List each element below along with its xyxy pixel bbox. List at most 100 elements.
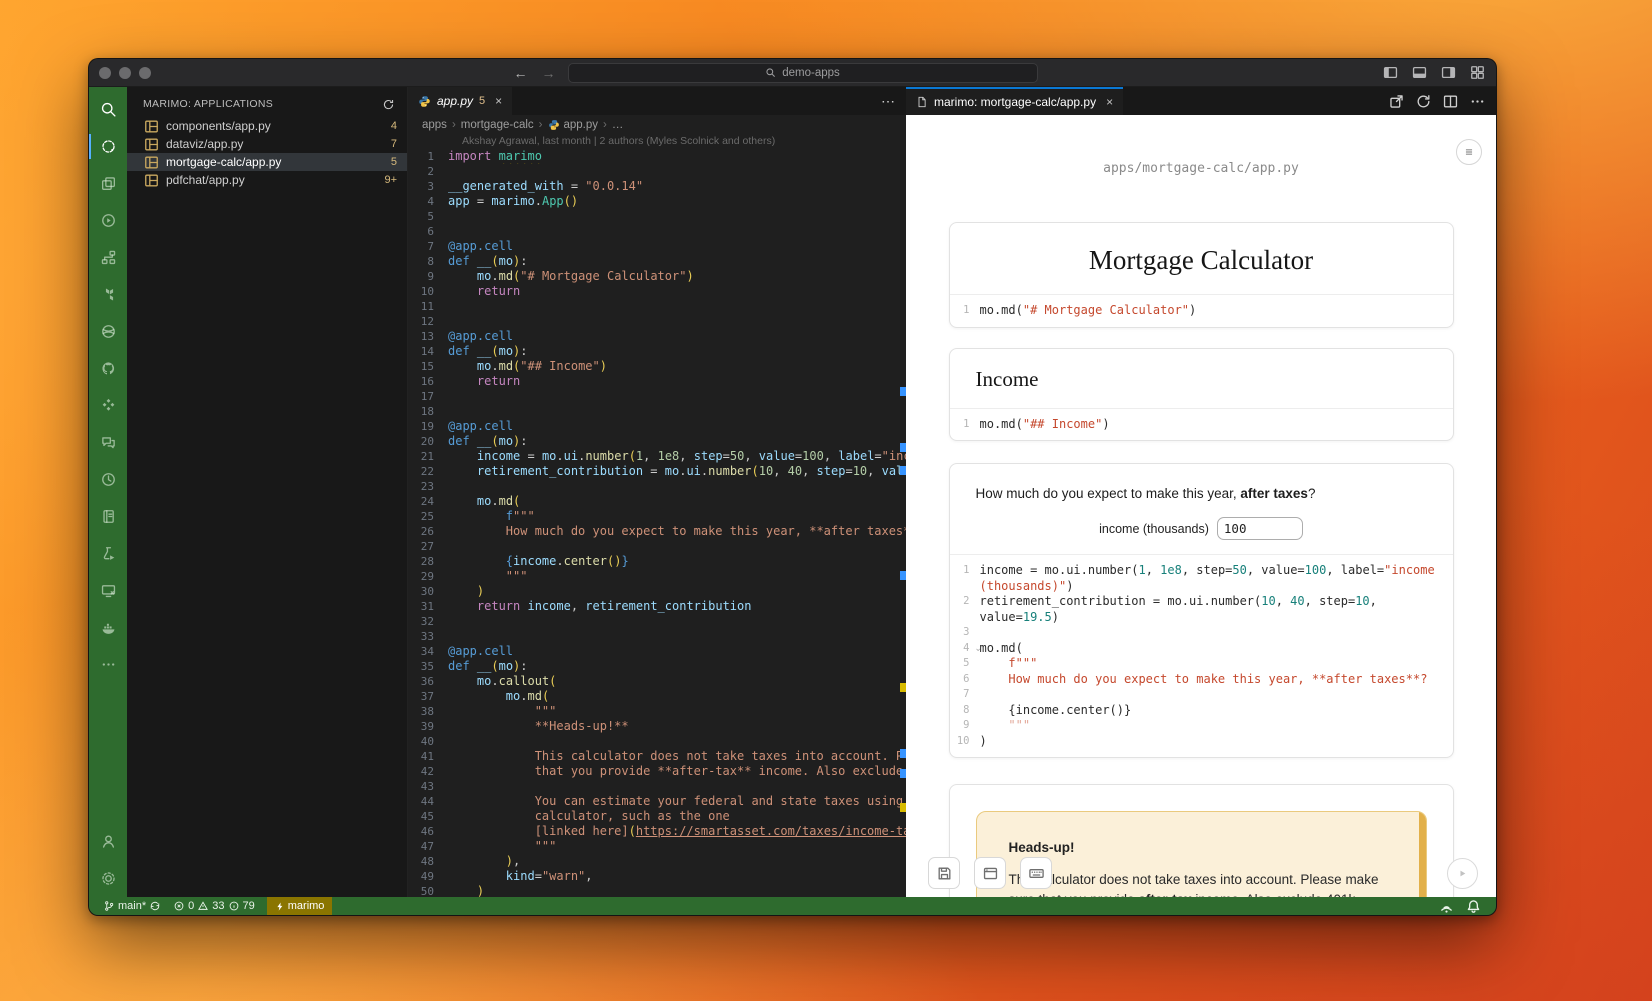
code-line[interactable]: 20def __(mo):	[408, 434, 906, 449]
code-line[interactable]: 26 How much do you expect to make this y…	[408, 524, 906, 539]
activity-test-beaker-icon[interactable]	[89, 535, 127, 572]
save-button[interactable]	[928, 857, 960, 889]
code-line[interactable]: 17	[408, 389, 906, 404]
code-line[interactable]: 36 mo.callout(	[408, 674, 906, 689]
code-line[interactable]: 50 )	[408, 884, 906, 897]
code-line[interactable]: 45 calculator, such as the one	[408, 809, 906, 824]
cell-code[interactable]: 1mo.md("## Income")	[950, 408, 1453, 441]
activity-notebook-icon[interactable]	[89, 498, 127, 535]
activity-github-icon[interactable]	[89, 350, 127, 387]
cell-code[interactable]: 1income = mo.ui.number(1, 1e8, step=50, …	[950, 554, 1453, 757]
more-icon[interactable]	[1469, 93, 1486, 110]
breadcrumb-item[interactable]: apps	[422, 119, 447, 131]
tab-close-icon[interactable]: ×	[495, 94, 502, 108]
code-line[interactable]: 23	[408, 479, 906, 494]
breadcrumb-item[interactable]: app.py	[548, 119, 599, 131]
income-input[interactable]	[1217, 517, 1303, 540]
code-line[interactable]: 35def __(mo):	[408, 659, 906, 674]
code-line[interactable]: 27	[408, 539, 906, 554]
file-item[interactable]: dataviz/app.py7	[127, 135, 407, 153]
code-line[interactable]: 22 retirement_contribution = mo.ui.numbe…	[408, 464, 906, 479]
open-external-icon[interactable]	[1388, 93, 1405, 110]
file-item[interactable]: mortgage-calc/app.py5	[127, 153, 407, 171]
app-window-button[interactable]	[974, 857, 1006, 889]
code-line[interactable]: 38 """	[408, 704, 906, 719]
code-line[interactable]: 12	[408, 314, 906, 329]
toggle-panel-bottom-icon[interactable]	[1411, 64, 1428, 81]
code-line[interactable]: 9 mo.md("# Mortgage Calculator")	[408, 269, 906, 284]
activity-settings-icon[interactable]	[89, 860, 127, 897]
minimize-window-button[interactable]	[119, 67, 131, 79]
signal-icon[interactable]	[1438, 898, 1455, 915]
activity-sphere-icon[interactable]	[89, 313, 127, 350]
code-line[interactable]: 43	[408, 779, 906, 794]
code-line[interactable]: 3__generated_with = "0.0.14"	[408, 179, 906, 194]
file-item[interactable]: pdfchat/app.py9+	[127, 171, 407, 189]
code-line[interactable]: 31 return income, retirement_contributio…	[408, 599, 906, 614]
code-line[interactable]: 15 mo.md("## Income")	[408, 359, 906, 374]
nav-forward-icon[interactable]: →	[542, 65, 556, 81]
file-item[interactable]: components/app.py4	[127, 117, 407, 135]
code-line[interactable]: 5	[408, 209, 906, 224]
code-line[interactable]: 29 """	[408, 569, 906, 584]
activity-docker-icon[interactable]	[89, 609, 127, 646]
breadcrumb-item[interactable]: mortgage-calc	[461, 119, 534, 131]
code-line[interactable]: 49 kind="warn",	[408, 869, 906, 884]
code-line[interactable]: 34@app.cell	[408, 644, 906, 659]
code-line[interactable]: 40	[408, 734, 906, 749]
activity-remote-monitor-icon[interactable]	[89, 572, 127, 609]
code-area[interactable]: 1import marimo23__generated_with = "0.0.…	[408, 149, 906, 897]
code-line[interactable]: 13@app.cell	[408, 329, 906, 344]
code-line[interactable]: 41 This calculator does not take taxes i…	[408, 749, 906, 764]
code-line[interactable]: 25 f"""	[408, 509, 906, 524]
command-center-search[interactable]: demo-apps	[568, 63, 1038, 83]
run-button[interactable]	[1447, 858, 1478, 889]
refresh-icon[interactable]	[382, 98, 395, 111]
panel-tab-close-icon[interactable]: ×	[1106, 95, 1113, 109]
activity-marimo-icon[interactable]	[89, 128, 127, 165]
activity-search-icon[interactable]	[89, 91, 127, 128]
toggle-sidebar-left-icon[interactable]	[1382, 64, 1399, 81]
layouts-grid-icon[interactable]	[1469, 64, 1486, 81]
code-line[interactable]: 18	[408, 404, 906, 419]
code-line[interactable]: 8def __(mo):	[408, 254, 906, 269]
code-line[interactable]: 2	[408, 164, 906, 179]
breadcrumb-item[interactable]: …	[612, 119, 624, 131]
toggle-sidebar-right-icon[interactable]	[1440, 64, 1457, 81]
code-line[interactable]: 48 ),	[408, 854, 906, 869]
activity-clock-icon[interactable]	[89, 461, 127, 498]
code-line[interactable]: 39 **Heads-up!**	[408, 719, 906, 734]
code-line[interactable]: 28 {income.center()}	[408, 554, 906, 569]
cell-code[interactable]: 1mo.md("# Mortgage Calculator")	[950, 294, 1453, 327]
code-line[interactable]: 11	[408, 299, 906, 314]
code-line[interactable]: 44 You can estimate your federal and sta…	[408, 794, 906, 809]
code-line[interactable]: 7@app.cell	[408, 239, 906, 254]
activity-copy-pages-icon[interactable]	[89, 165, 127, 202]
code-line[interactable]: 30 )	[408, 584, 906, 599]
keyboard-button[interactable]	[1020, 857, 1052, 889]
close-window-button[interactable]	[99, 67, 111, 79]
code-line[interactable]: 4app = marimo.App()	[408, 194, 906, 209]
hamburger-menu-icon[interactable]	[1456, 139, 1482, 165]
activity-live-share-icon[interactable]	[89, 202, 127, 239]
tab-marimo-preview[interactable]: marimo: mortgage-calc/app.py ×	[906, 87, 1123, 115]
tab-app-py[interactable]: app.py 5 ×	[408, 87, 512, 115]
marimo-status-chip[interactable]: marimo	[267, 897, 333, 915]
activity-more-icon[interactable]	[89, 646, 127, 683]
code-line[interactable]: 1import marimo	[408, 149, 906, 164]
code-line[interactable]: 47 """	[408, 839, 906, 854]
code-line[interactable]: 21 income = mo.ui.number(1, 1e8, step=50…	[408, 449, 906, 464]
code-line[interactable]: 10 return	[408, 284, 906, 299]
code-line[interactable]: 33	[408, 629, 906, 644]
activity-hierarchy-icon[interactable]	[89, 239, 127, 276]
split-editor-icon[interactable]	[1442, 93, 1459, 110]
code-line[interactable]: 42 that you provide **after-tax** income…	[408, 764, 906, 779]
nav-back-icon[interactable]: ←	[514, 65, 528, 81]
bell-icon[interactable]	[1465, 898, 1482, 915]
code-line[interactable]: 19@app.cell	[408, 419, 906, 434]
code-line[interactable]: 16 return	[408, 374, 906, 389]
code-line[interactable]: 14def __(mo):	[408, 344, 906, 359]
reload-icon[interactable]	[1415, 93, 1432, 110]
activity-account-icon[interactable]	[89, 823, 127, 860]
code-line[interactable]: 6	[408, 224, 906, 239]
